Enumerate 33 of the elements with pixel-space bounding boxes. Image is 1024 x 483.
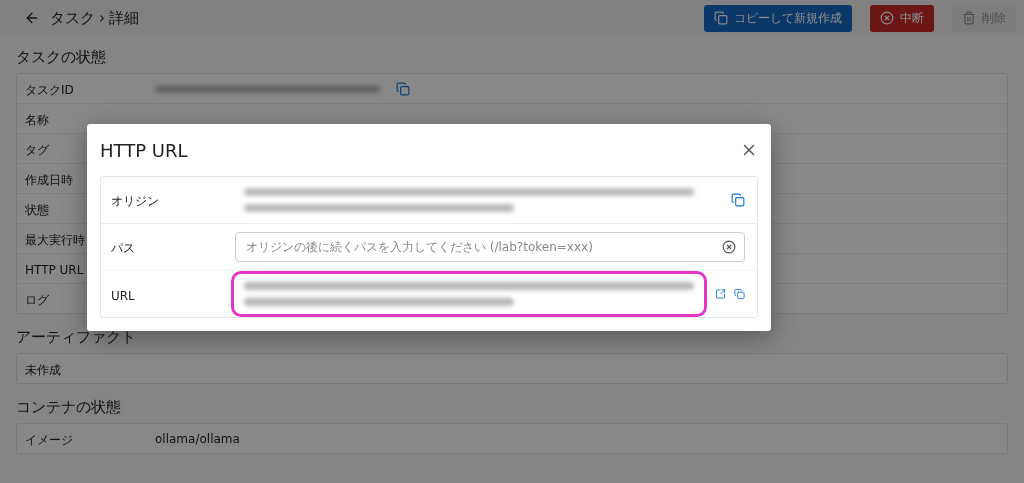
dialog-title: HTTP URL: [100, 139, 188, 161]
trash-icon: [962, 11, 976, 25]
row-value: ollama/ollama: [155, 431, 240, 446]
row-label: タグ: [25, 142, 49, 157]
field-label: オリジン: [111, 194, 159, 208]
row-label: 最大実行時: [25, 232, 85, 247]
back-arrow-icon[interactable]: [24, 10, 40, 26]
row-label: 未作成: [25, 362, 61, 377]
section-title: コンテナの状態: [16, 398, 122, 417]
path-input-field[interactable]: オリジンの後に続くパスを入力してください (/lab?token=xxx): [235, 232, 745, 262]
section-title: アーティファクト: [16, 328, 137, 347]
copy-icon[interactable]: [396, 81, 410, 96]
copy-icon: [714, 11, 728, 25]
clear-icon[interactable]: [722, 240, 736, 254]
field-label: パス: [111, 241, 135, 255]
breadcrumb-current: 詳細: [109, 8, 139, 28]
copy-icon[interactable]: [734, 287, 745, 301]
copy-icon[interactable]: [731, 193, 745, 207]
cancel-icon: [880, 11, 894, 25]
open-link-icon[interactable]: [715, 287, 726, 301]
row-label: 名称: [25, 112, 49, 127]
breadcrumb-link[interactable]: タスク: [50, 8, 95, 28]
duplicate-button[interactable]: コピーして新規作成: [704, 4, 852, 32]
row-label: ログ: [25, 292, 49, 307]
row-label: イメージ: [25, 432, 73, 447]
section-title: タスクの状態: [16, 48, 107, 67]
row-label: タスクID: [25, 82, 74, 97]
row-label: HTTP URL: [25, 263, 84, 277]
row-label: 作成日時: [25, 172, 73, 187]
breadcrumb-separator: ›: [99, 9, 105, 27]
row-label: 状態: [25, 202, 49, 217]
abort-button[interactable]: 中断: [870, 4, 934, 32]
field-label: URL: [111, 288, 135, 303]
